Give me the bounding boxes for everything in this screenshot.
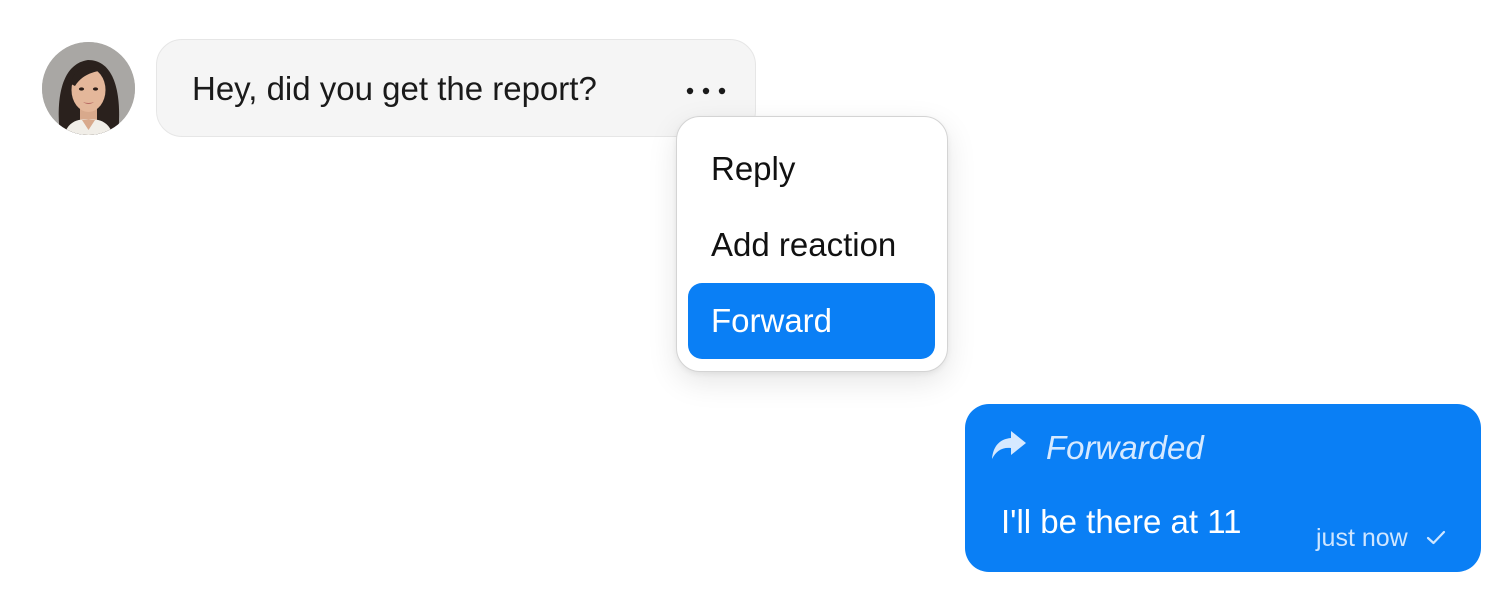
avatar-photo-icon	[42, 42, 135, 135]
check-icon	[1425, 529, 1447, 547]
forwarded-label: Forwarded	[1046, 429, 1204, 466]
menu-item-forward[interactable]: Forward	[688, 283, 935, 359]
more-horizontal-icon	[686, 87, 726, 95]
more-options-button[interactable]	[677, 76, 729, 106]
forward-arrow-icon	[989, 428, 1029, 462]
avatar[interactable]	[42, 42, 135, 135]
menu-item-add-reaction[interactable]: Add reaction	[688, 207, 935, 283]
incoming-message-bubble[interactable]: Hey, did you get the report?	[156, 39, 756, 137]
outgoing-message-text: I'll be there at 11	[1001, 503, 1242, 540]
chat-view: Hey, did you get the report? Reply Add r…	[0, 0, 1500, 594]
menu-item-reply[interactable]: Reply	[688, 131, 935, 207]
outgoing-message-bubble[interactable]: Forwarded I'll be there at 11 just now	[965, 404, 1481, 572]
message-context-menu: Reply Add reaction Forward	[676, 116, 948, 372]
message-timestamp: just now	[1316, 524, 1408, 552]
incoming-message-text: Hey, did you get the report?	[192, 70, 597, 107]
